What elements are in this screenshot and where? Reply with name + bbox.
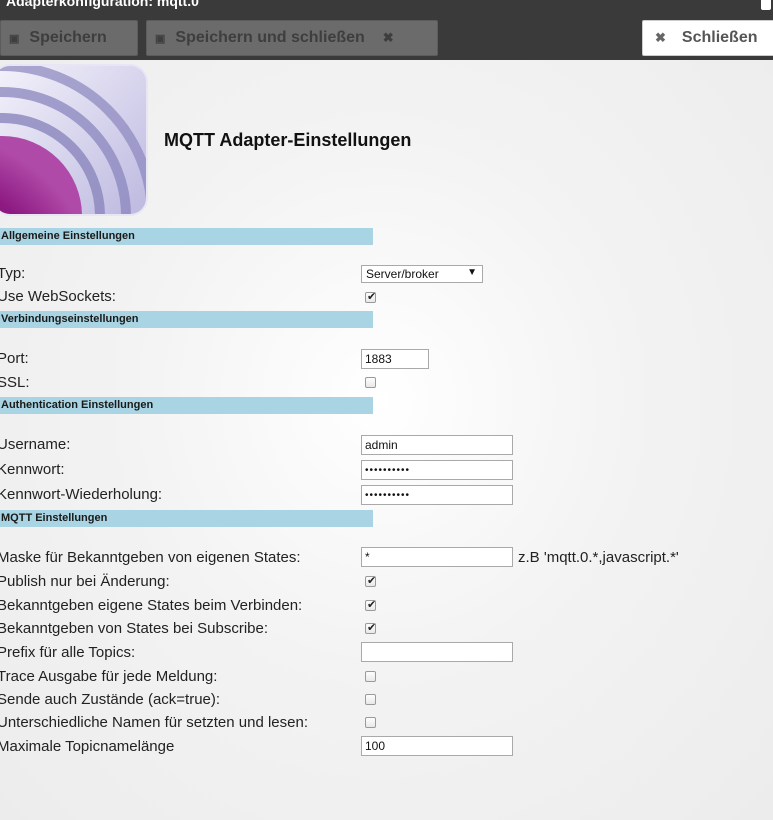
port-label: Port:: [0, 350, 29, 367]
send-ack-checkbox[interactable]: [365, 694, 376, 705]
page-title: MQTT Adapter-Einstellungen: [164, 130, 412, 150]
websockets-checkbox[interactable]: ✔: [365, 290, 377, 303]
window-close-icon[interactable]: [761, 0, 771, 10]
websockets-label: Use WebSockets:: [0, 288, 116, 305]
section-connection: Verbindungseinstellungen: [0, 311, 373, 328]
mqtt-logo: [0, 66, 146, 214]
save-button[interactable]: ▣ Speichern: [0, 20, 138, 56]
username-input[interactable]: admin: [361, 435, 513, 455]
checkmark-icon: ✔: [367, 621, 377, 634]
section-general: Allgemeine Einstellungen: [0, 228, 373, 245]
publish-on-connect-label: Bekanntgeben eigene States beim Verbinde…: [0, 597, 303, 614]
checkmark-icon: ✔: [367, 290, 377, 303]
publish-on-change-checkbox[interactable]: ✔: [365, 574, 377, 587]
close-icon: ✖: [655, 30, 666, 45]
port-input[interactable]: 1883: [361, 349, 429, 369]
close-button[interactable]: ✖ Schließen: [642, 20, 773, 56]
ssl-label: SSL:: [0, 374, 30, 391]
max-topic-length-label: Maximale Topicnamelänge: [0, 738, 175, 755]
ssl-checkbox[interactable]: [365, 377, 376, 388]
section-mqtt: MQTT Einstellungen: [0, 510, 373, 527]
max-topic-length-input[interactable]: 100: [361, 736, 513, 756]
floppy-disk-icon: ▣: [9, 32, 20, 45]
save-and-close-button[interactable]: ▣ Speichern und schließen ✖: [146, 20, 438, 56]
checkmark-icon: ✔: [367, 598, 377, 611]
mask-label: Maske für Bekanntgeben von eigenen State…: [0, 549, 301, 566]
type-select[interactable]: Server/broker ▼: [361, 265, 483, 283]
username-label: Username:: [0, 436, 71, 453]
window-title: Adapterkonfiguration: mqtt.0: [6, 0, 199, 9]
password-label: Kennwort:: [0, 461, 65, 478]
trace-label: Trace Ausgabe für jede Meldung:: [0, 668, 218, 685]
prefix-label: Prefix für alle Topics:: [0, 644, 136, 661]
publish-on-change-label: Publish nur bei Änderung:: [0, 573, 170, 590]
close-icon: ✖: [382, 30, 394, 45]
trace-checkbox[interactable]: [365, 671, 376, 682]
close-button-label: Schließen: [681, 29, 758, 46]
send-ack-label: Sende auch Zustände (ack=true):: [0, 691, 221, 708]
save-and-close-button-label: Speichern und schließen: [175, 29, 365, 46]
window-titlebar: Adapterkonfiguration: mqtt.0: [0, 0, 773, 14]
checkmark-icon: ✔: [367, 574, 377, 587]
mask-input[interactable]: *: [361, 547, 513, 567]
password-input[interactable]: ••••••••••: [361, 460, 513, 480]
type-select-value: Server/broker: [366, 267, 439, 281]
password-repeat-input[interactable]: ••••••••••: [361, 485, 513, 505]
save-button-label: Speichern: [29, 29, 107, 46]
publish-on-subscribe-label: Bekanntgeben von States bei Subscribe:: [0, 620, 269, 637]
dropdown-arrow-icon: ▼: [467, 267, 477, 278]
section-auth: Authentication Einstellungen: [0, 397, 373, 414]
publish-on-connect-checkbox[interactable]: ✔: [365, 598, 377, 611]
different-names-label: Unterschiedliche Namen für setzten und l…: [0, 714, 309, 731]
different-names-checkbox[interactable]: [365, 717, 376, 728]
toolbar: ▣ Speichern ▣ Speichern und schließen ✖ …: [0, 14, 773, 60]
mqtt-logo-graphic: [0, 66, 146, 214]
password-repeat-label: Kennwort-Wiederholung:: [0, 486, 163, 503]
publish-on-subscribe-checkbox[interactable]: ✔: [365, 621, 377, 634]
floppy-disk-icon: ▣: [155, 32, 166, 45]
prefix-input[interactable]: [361, 642, 513, 662]
mask-hint: z.B 'mqtt.0.*,javascript.*': [518, 549, 679, 566]
type-label: Typ:: [0, 265, 26, 282]
